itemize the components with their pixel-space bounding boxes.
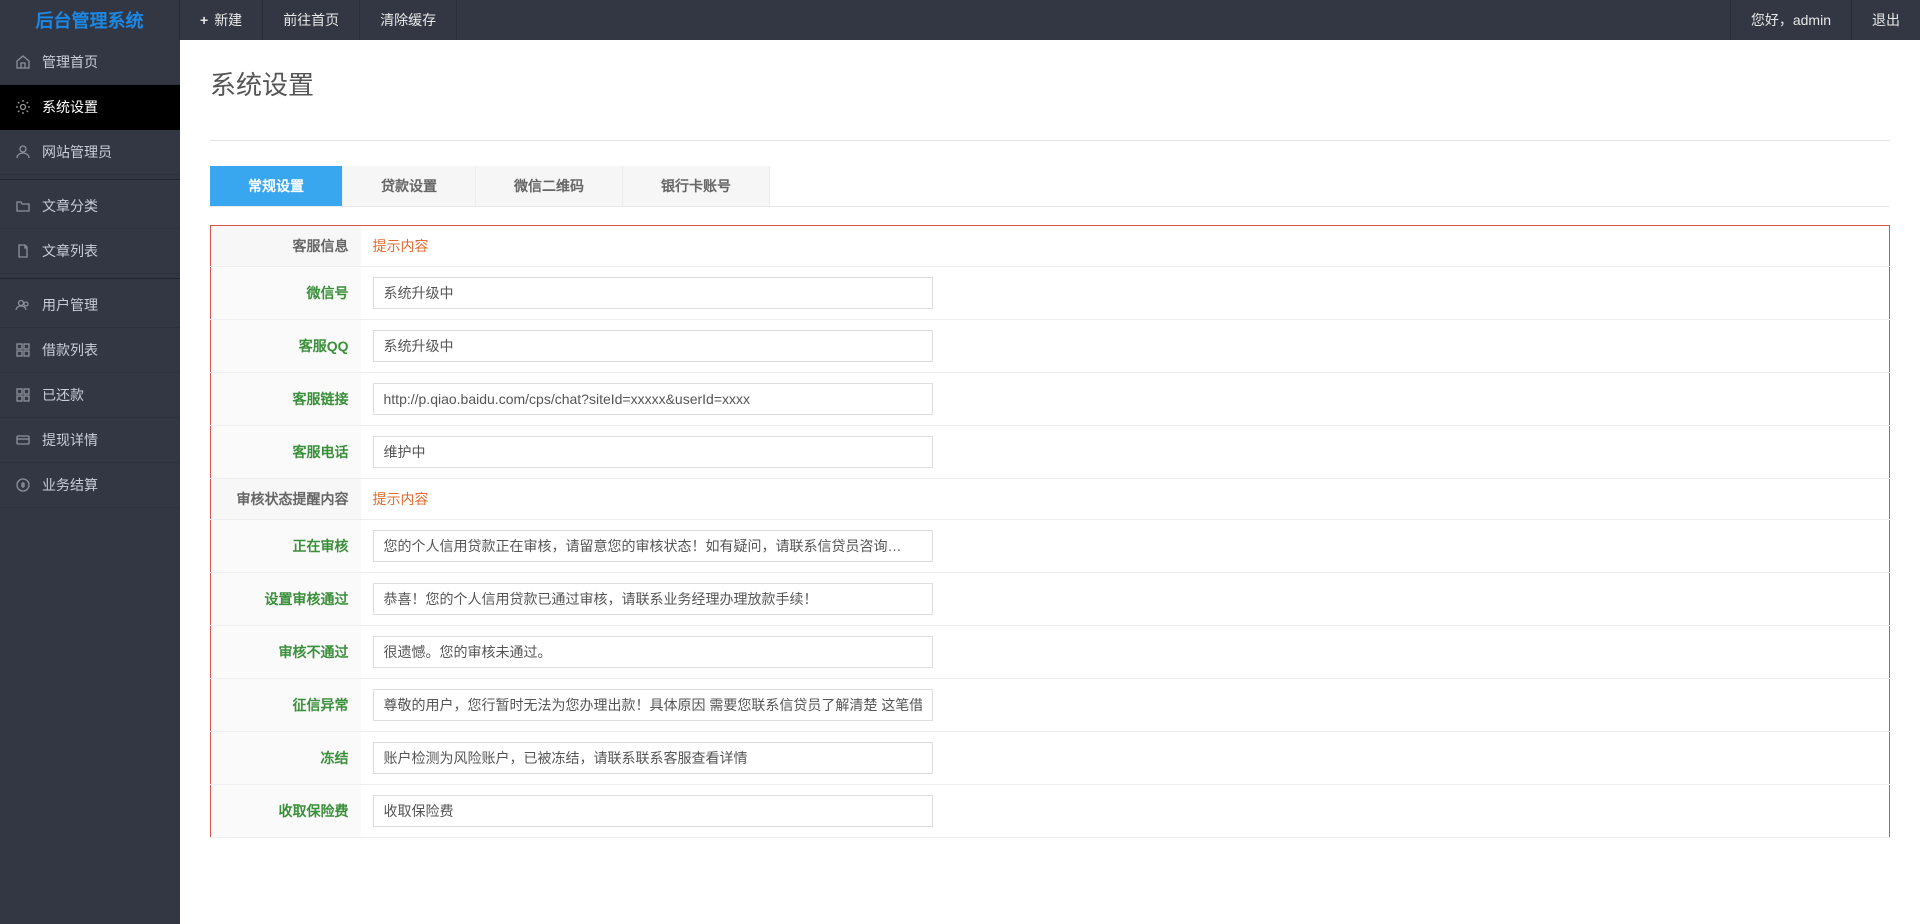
reviewing-label: 正在审核 <box>211 520 361 573</box>
new-label: 新建 <box>214 10 242 30</box>
section-label: 审核状态提醒内容 <box>211 479 361 520</box>
money-icon <box>14 476 32 494</box>
link-input[interactable] <box>373 383 933 415</box>
plus-icon: + <box>200 12 208 28</box>
tabs: 常规设置 贷款设置 微信二维码 银行卡账号 <box>210 166 1890 207</box>
section-row: 客服信息 提示内容 <box>211 226 1890 267</box>
sidebar-item-admins[interactable]: 网站管理员 <box>0 130 180 175</box>
tab-wechat-qr[interactable]: 微信二维码 <box>476 166 623 206</box>
sidebar-item-label: 提现详情 <box>42 430 98 450</box>
divider <box>0 278 180 279</box>
frozen-label: 冻结 <box>211 732 361 785</box>
clear-cache-label: 清除缓存 <box>380 10 436 30</box>
section-row: 审核状态提醒内容 提示内容 <box>211 479 1890 520</box>
tab-loan[interactable]: 贷款设置 <box>343 166 476 206</box>
approved-input[interactable] <box>373 583 933 615</box>
sidebar-item-label: 文章分类 <box>42 196 98 216</box>
main-content: 系统设置 常规设置 贷款设置 微信二维码 银行卡账号 客服信息 提示内容 微信号… <box>180 40 1920 863</box>
users-icon <box>14 296 32 314</box>
grid-icon <box>14 386 32 404</box>
sidebar-item-label: 用户管理 <box>42 295 98 315</box>
sidebar-item-dashboard[interactable]: 管理首页 <box>0 40 180 85</box>
sidebar-item-label: 管理首页 <box>42 52 98 72</box>
sidebar-item-label: 系统设置 <box>42 97 98 117</box>
sidebar-item-label: 网站管理员 <box>42 142 112 162</box>
goto-home-label: 前往首页 <box>283 10 339 30</box>
section-hint: 提示内容 <box>361 226 1890 267</box>
form-row: 征信异常 <box>211 679 1890 732</box>
sidebar-item-label: 文章列表 <box>42 241 98 261</box>
form-row: 设置审核通过 <box>211 573 1890 626</box>
home-icon <box>14 53 32 71</box>
logo: 后台管理系统 <box>0 0 180 40</box>
sidebar-item-article-list[interactable]: 文章列表 <box>0 229 180 274</box>
rejected-input[interactable] <box>373 636 933 668</box>
form-row: 正在审核 <box>211 520 1890 573</box>
sidebar-item-settings[interactable]: 系统设置 <box>0 85 180 130</box>
form-row: 客服链接 <box>211 373 1890 426</box>
sidebar: 管理首页 系统设置 网站管理员 文章分类 文章列表 用户管理 借 <box>0 40 180 924</box>
sidebar-item-loan-list[interactable]: 借款列表 <box>0 328 180 373</box>
form-table: 客服信息 提示内容 微信号 客服QQ 客服链接 客服电话 审核状态提醒内容 提示… <box>210 225 1890 838</box>
tab-bank[interactable]: 银行卡账号 <box>623 166 770 206</box>
form-row: 微信号 <box>211 267 1890 320</box>
new-button[interactable]: + 新建 <box>180 0 263 40</box>
section-hint: 提示内容 <box>361 479 1890 520</box>
sidebar-item-repaid[interactable]: 已还款 <box>0 373 180 418</box>
divider <box>0 179 180 180</box>
section-label: 客服信息 <box>211 226 361 267</box>
wechat-input[interactable] <box>373 277 933 309</box>
card-icon <box>14 431 32 449</box>
tab-general[interactable]: 常规设置 <box>210 166 343 206</box>
sidebar-item-user-management[interactable]: 用户管理 <box>0 283 180 328</box>
logout-button[interactable]: 退出 <box>1851 0 1920 40</box>
credit-label: 征信异常 <box>211 679 361 732</box>
divider <box>210 140 1890 141</box>
user-icon <box>14 143 32 161</box>
form-row: 客服QQ <box>211 320 1890 373</box>
document-icon <box>14 242 32 260</box>
top-menu: + 新建 前往首页 清除缓存 <box>180 0 1730 40</box>
sidebar-item-withdraw[interactable]: 提现详情 <box>0 418 180 463</box>
welcome-text: 您好，admin <box>1730 0 1851 40</box>
form-row: 审核不通过 <box>211 626 1890 679</box>
reviewing-input[interactable] <box>373 530 933 562</box>
qq-label: 客服QQ <box>211 320 361 373</box>
goto-home-button[interactable]: 前往首页 <box>263 0 360 40</box>
form-row: 冻结 <box>211 732 1890 785</box>
gear-icon <box>14 98 32 116</box>
frozen-input[interactable] <box>373 742 933 774</box>
link-label: 客服链接 <box>211 373 361 426</box>
approved-label: 设置审核通过 <box>211 573 361 626</box>
sidebar-item-label: 借款列表 <box>42 340 98 360</box>
wechat-label: 微信号 <box>211 267 361 320</box>
form-row: 客服电话 <box>211 426 1890 479</box>
rejected-label: 审核不通过 <box>211 626 361 679</box>
credit-input[interactable] <box>373 689 933 721</box>
grid-icon <box>14 341 32 359</box>
insurance-label: 收取保险费 <box>211 785 361 838</box>
page-title: 系统设置 <box>210 65 1890 120</box>
phone-input[interactable] <box>373 436 933 468</box>
form-row: 收取保险费 <box>211 785 1890 838</box>
clear-cache-button[interactable]: 清除缓存 <box>360 0 457 40</box>
sidebar-item-label: 业务结算 <box>42 475 98 495</box>
top-header: 后台管理系统 + 新建 前往首页 清除缓存 您好，admin 退出 <box>0 0 1920 40</box>
sidebar-item-label: 已还款 <box>42 385 84 405</box>
sidebar-item-settlement[interactable]: 业务结算 <box>0 463 180 508</box>
insurance-input[interactable] <box>373 795 933 827</box>
folder-icon <box>14 197 32 215</box>
top-right: 您好，admin 退出 <box>1730 0 1920 40</box>
phone-label: 客服电话 <box>211 426 361 479</box>
qq-input[interactable] <box>373 330 933 362</box>
sidebar-item-article-category[interactable]: 文章分类 <box>0 184 180 229</box>
